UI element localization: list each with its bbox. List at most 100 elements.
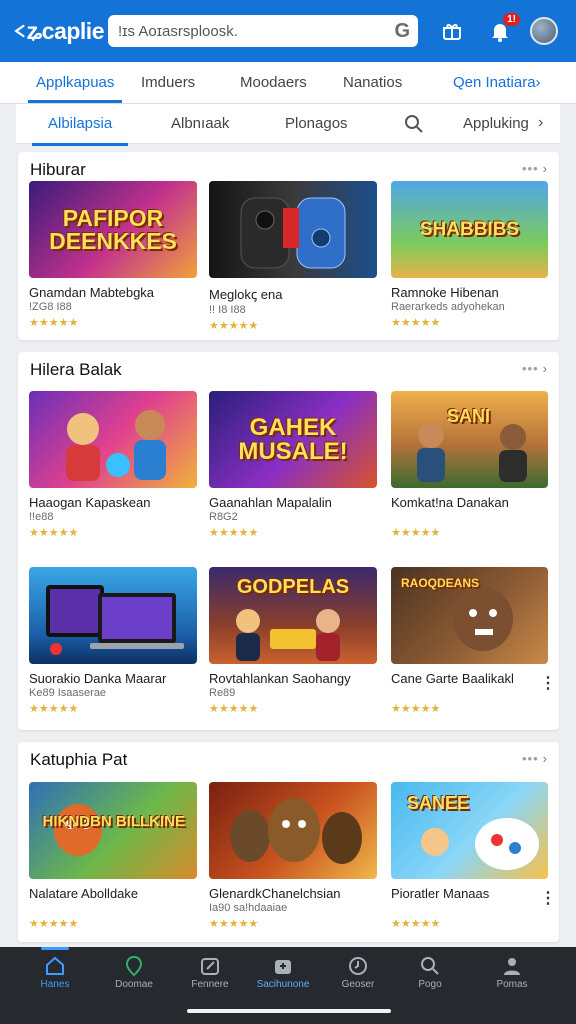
app-card[interactable]: SHABBIBS Ramnoke Hibenan Raerarkeds adyo… [391, 181, 548, 329]
nav-profile[interactable]: Pomas [476, 953, 548, 990]
tab-nations[interactable]: Nanatios [343, 74, 402, 91]
app-subtitle: !! I8 I88 [209, 304, 246, 316]
app-card[interactable]: HIKNDBN BILLKINE Nalatare Abolldake ★★★★… [29, 782, 197, 930]
nav-label: Doomae [115, 979, 153, 990]
tab-applications[interactable]: Applkapuas [27, 74, 123, 103]
home-indicator[interactable] [187, 1009, 391, 1013]
notification-badge: 1! [503, 13, 520, 26]
tab-modes[interactable]: Moodaers [240, 74, 307, 91]
app-title: Meglokꞔ ena [209, 287, 283, 302]
search-icon[interactable] [404, 114, 424, 139]
search-icon [394, 953, 466, 979]
app-subtitle: Ia90 sa!hdaaiae [209, 902, 288, 914]
app-logo[interactable]: ʑcaplie [14, 18, 105, 45]
nav-label: Geoser [341, 979, 375, 990]
thumbnail-art-text: SANI [447, 406, 491, 426]
app-thumbnail[interactable]: HIKNDBN BILLKINE [29, 782, 197, 879]
nav-fennere[interactable]: Fennere [174, 953, 246, 990]
notification-bell-icon[interactable]: 1! [486, 13, 520, 45]
app-title: Nalatare Abolldake [29, 886, 139, 901]
app-subtitle: R8G2 [209, 511, 238, 523]
app-thumbnail[interactable]: PAFIPOR DEENKKES [29, 181, 197, 278]
tab-open-more[interactable]: Qen Inatiara› [453, 74, 541, 91]
app-card[interactable]: GAHEK MUSALE! Gaanahlan Mapalalin R8G2 ★… [209, 391, 377, 539]
subtab-programs[interactable]: Plonagos [285, 115, 348, 132]
app-subtitle: Raerarkeds adyohekan [391, 301, 505, 313]
app-subtitle [391, 687, 548, 700]
app-card[interactable]: Suorakio Danka Maarar Ke89 Isaaserae ★★★… [29, 567, 197, 715]
more-options-icon[interactable]: ⋮ [540, 888, 556, 908]
location-icon [98, 953, 170, 979]
app-title: Haaogan Kapaskean [29, 495, 151, 510]
chevron-right-icon[interactable]: › [538, 114, 543, 132]
app-thumbnail[interactable] [209, 782, 377, 879]
section-more-button[interactable]: ••• › [522, 361, 547, 376]
section-more-button[interactable]: ••• › [522, 751, 547, 766]
app-thumbnail[interactable]: SANEE [391, 782, 548, 879]
nav-store[interactable]: Sacihunone [247, 953, 319, 990]
app-card[interactable]: Haaogan Kapaskean !!e88 ★★★★★ [29, 391, 197, 539]
nav-label: Pogo [418, 979, 442, 990]
avatar[interactable] [530, 17, 558, 45]
app-title: Pioratler Manaas [391, 886, 490, 901]
nav-domain[interactable]: Doomae [98, 953, 170, 990]
google-icon[interactable]: G [394, 20, 410, 43]
app-card[interactable]: Meglokꞔ ena !! I8 I88 ★★★★★ [209, 181, 377, 332]
subtab-album[interactable]: Albnıaak [171, 115, 229, 132]
app-thumbnail[interactable] [209, 181, 377, 278]
app-card[interactable]: SANEE Pioratler Manaas ★★★★★ ⋮ [391, 782, 556, 930]
app-subtitle [391, 902, 548, 915]
subtab-all[interactable]: Albilapsia [31, 115, 129, 146]
store-icon [247, 953, 319, 979]
rating-stars: ★★★★★ [391, 527, 441, 539]
nav-label: Hanes [40, 979, 70, 990]
nav-label: Sacihunone [256, 979, 310, 990]
game-controller-icon [240, 197, 346, 268]
app-subtitle [391, 511, 548, 524]
rating-stars: ★★★★★ [209, 703, 259, 715]
app-card[interactable]: PAFIPOR DEENKKES Gnamdan Mabtebgka !ZG8 … [29, 181, 197, 329]
section-title: Katuphia Pat [30, 750, 128, 769]
chevron-right-icon: › [542, 751, 547, 766]
section-title: Hilera Balak [30, 360, 122, 379]
app-thumbnail[interactable]: GAHEK MUSALE! [209, 391, 377, 488]
app-title: Gnamdan Mabtebgka [29, 285, 155, 300]
search-placeholder: !ɪs Aoɪasrsploosk. [118, 22, 238, 40]
section-more-button[interactable]: ••• › [522, 161, 547, 176]
app-thumbnail[interactable] [29, 567, 197, 664]
app-title: Gaanahlan Mapalalin [209, 495, 332, 510]
app-card[interactable]: GlenardkChanelchsian Ia90 sa!hdaaiae ★★★… [209, 782, 377, 930]
rating-stars: ★★★★★ [209, 527, 259, 539]
edit-icon [174, 953, 246, 979]
nav-search[interactable]: Pogo [394, 953, 466, 990]
character-art-icon [230, 797, 362, 864]
gift-icon[interactable] [438, 17, 466, 45]
app-bar: ʑcaplie !ɪs Aoɪasrsploosk. G 1! [0, 0, 576, 62]
nav-home[interactable]: Hanes [19, 947, 91, 990]
app-title: Komkat!na Danakan [391, 495, 509, 510]
app-thumbnail[interactable] [29, 391, 197, 488]
subtab-applicking[interactable]: Appluking [463, 115, 529, 132]
nav-label: Fennere [191, 979, 229, 990]
app-card[interactable]: RAOQDEANS Cane Garte Baalikakl ★★★★★ ⋮ [391, 567, 556, 715]
thumbnail-art-text: GODPELAS [236, 576, 350, 598]
rating-stars: ★★★★★ [209, 918, 259, 930]
app-card[interactable]: SANI Komkat!na Danakan ★★★★★ [391, 391, 548, 539]
tab-industries[interactable]: Imduers [141, 74, 195, 91]
app-thumbnail[interactable]: GODPELAS [209, 567, 377, 664]
app-thumbnail[interactable]: SANI [391, 391, 548, 488]
chevron-right-icon: › [542, 161, 547, 176]
section-title: Hiburar [30, 160, 86, 179]
primary-tab-bar: Applkapuas Imduers Moodaers Nanatios Qen… [0, 62, 576, 104]
app-thumbnail[interactable]: RAOQDEANS [391, 567, 548, 664]
thumbnail-art-text: HIKNDBN BILLKINE [42, 813, 186, 830]
app-title: Suorakio Danka Maarar [29, 671, 167, 686]
app-card[interactable]: GODPELAS Rovtahlankan Saohangy Re89 ★★★★… [209, 567, 377, 715]
rating-stars: ★★★★★ [391, 703, 441, 715]
chevron-right-icon: › [542, 361, 547, 376]
app-thumbnail[interactable]: SHABBIBS [391, 181, 548, 278]
thumbnail-art-text: SHABBIBS [419, 219, 520, 240]
more-options-icon[interactable]: ⋮ [540, 673, 556, 693]
search-input[interactable]: !ɪs Aoɪasrsploosk. G [108, 15, 418, 47]
nav-geoser[interactable]: Geoser [322, 953, 394, 990]
